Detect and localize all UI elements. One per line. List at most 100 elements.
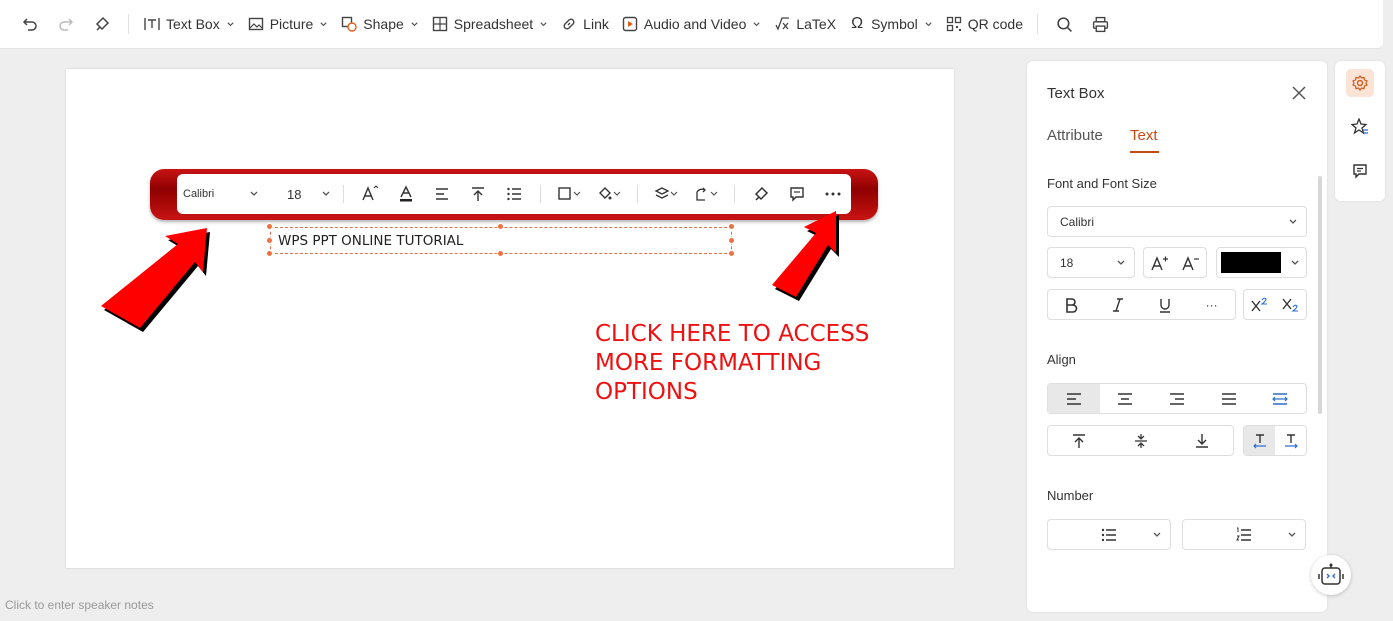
- align-left-button[interactable]: [1048, 384, 1100, 413]
- justify-button[interactable]: [1203, 384, 1255, 413]
- format-painter-button[interactable]: [84, 9, 120, 39]
- main-toolbar: Text Box Picture Shape Spreadsheet Link …: [0, 0, 1383, 49]
- audio-video-label: Audio and Video: [643, 16, 747, 32]
- toolbar-divider: [734, 185, 735, 203]
- increase-font-button[interactable]: [1144, 248, 1175, 277]
- chevron-down-icon: [1117, 260, 1125, 265]
- instruction-callout: CLICK HERE TO ACCESS MORE FORMATTING OPT…: [595, 320, 915, 407]
- text-rtl-button[interactable]: [1275, 426, 1306, 455]
- resize-handle[interactable]: [728, 237, 735, 244]
- picture-button[interactable]: Picture: [241, 9, 335, 39]
- align-center-icon: [1118, 392, 1133, 405]
- chevron-down-icon: [319, 16, 328, 32]
- align-left-button[interactable]: [424, 180, 460, 208]
- align-left-icon: [1066, 392, 1081, 405]
- close-icon: [1292, 86, 1306, 100]
- text-box-panel: Text Box Attribute Text Font and Font Si…: [1027, 61, 1327, 612]
- text-direction-rtl-icon: [1284, 433, 1298, 448]
- subscript-icon: [1281, 298, 1298, 312]
- toolbar-divider: [637, 185, 638, 203]
- spreadsheet-button[interactable]: Spreadsheet: [425, 9, 554, 39]
- format-painter-button[interactable]: [743, 180, 779, 208]
- border-button[interactable]: [549, 180, 589, 208]
- font-size-adjust-button[interactable]: [352, 180, 388, 208]
- panel-size-select[interactable]: 18: [1047, 247, 1135, 278]
- more-options-button[interactable]: [815, 180, 851, 208]
- align-top-button[interactable]: [460, 180, 496, 208]
- panel-title: Text Box: [1047, 85, 1105, 102]
- print-button[interactable]: [1082, 9, 1118, 39]
- font-size-select[interactable]: 18: [287, 187, 335, 202]
- border-icon: [558, 187, 581, 200]
- symbol-button[interactable]: Ω Symbol: [842, 9, 939, 39]
- link-icon: [560, 15, 578, 33]
- underline-icon: [1159, 298, 1170, 313]
- ai-assistant-button[interactable]: [1311, 555, 1351, 595]
- redo-button[interactable]: [48, 9, 84, 39]
- distribute-button[interactable]: [1254, 384, 1306, 413]
- align-middle-icon: [1134, 433, 1147, 448]
- shape-button[interactable]: Shape: [334, 9, 424, 39]
- comments-button[interactable]: [1346, 157, 1374, 185]
- rotate-button[interactable]: [686, 180, 726, 208]
- more-styles-button[interactable]: ···: [1188, 290, 1235, 319]
- resize-handle[interactable]: [266, 250, 273, 257]
- undo-button[interactable]: [12, 9, 48, 39]
- callout-line: MORE FORMATTING: [595, 350, 822, 376]
- settings-button[interactable]: [1346, 69, 1374, 97]
- comment-button[interactable]: [779, 180, 815, 208]
- superscript-button[interactable]: [1244, 290, 1275, 319]
- animation-button[interactable]: [1346, 113, 1374, 141]
- chevron-down-icon: [1291, 260, 1299, 265]
- text-horizontal-button[interactable]: [1244, 426, 1275, 455]
- bullet-list-button[interactable]: [496, 180, 532, 208]
- layer-button[interactable]: [646, 180, 686, 208]
- fill-button[interactable]: [589, 180, 629, 208]
- chevron-down-icon: [752, 16, 761, 32]
- font-color-select[interactable]: [1216, 247, 1307, 278]
- search-button[interactable]: [1046, 9, 1082, 39]
- decrease-font-button[interactable]: [1175, 248, 1206, 277]
- close-button[interactable]: [1289, 83, 1309, 103]
- chevron-down-icon: [1289, 219, 1297, 224]
- chevron-down-icon: [1153, 532, 1161, 537]
- underline-button[interactable]: [1142, 290, 1189, 319]
- resize-handle[interactable]: [728, 223, 735, 230]
- toolbar-divider: [540, 185, 541, 203]
- link-button[interactable]: Link: [554, 9, 615, 39]
- font-select[interactable]: Calibri: [183, 188, 263, 200]
- latex-button[interactable]: LaTeX: [767, 9, 842, 39]
- bold-button[interactable]: [1048, 290, 1095, 319]
- align-right-button[interactable]: [1151, 384, 1203, 413]
- numbered-list-select[interactable]: [1182, 519, 1306, 550]
- star-icon: [1351, 118, 1368, 135]
- panel-scrollbar[interactable]: [1318, 176, 1322, 414]
- tab-text[interactable]: Text: [1130, 127, 1158, 144]
- resize-handle[interactable]: [266, 237, 273, 244]
- resize-handle[interactable]: [497, 223, 504, 230]
- text-box-button[interactable]: Text Box: [137, 9, 241, 39]
- font-color-button[interactable]: [388, 180, 424, 208]
- italic-button[interactable]: [1095, 290, 1142, 319]
- bullet-list-icon: [507, 187, 521, 201]
- align-center-button[interactable]: [1100, 384, 1152, 413]
- speaker-notes[interactable]: Click to enter speaker notes: [5, 598, 154, 612]
- bold-icon: [1066, 297, 1078, 313]
- font-size-step-group: [1143, 247, 1207, 278]
- resize-handle[interactable]: [497, 250, 504, 257]
- latex-label: LaTeX: [796, 16, 837, 32]
- align-top-button[interactable]: [1048, 426, 1110, 455]
- chevron-down-icon: [226, 16, 235, 32]
- format-painter-icon: [754, 186, 769, 201]
- panel-font-select[interactable]: Calibri: [1047, 206, 1307, 237]
- audio-video-button[interactable]: Audio and Video: [615, 9, 768, 39]
- bullet-list-select[interactable]: [1047, 519, 1171, 550]
- tab-attribute[interactable]: Attribute: [1047, 127, 1103, 144]
- resize-handle[interactable]: [266, 223, 273, 230]
- subscript-button[interactable]: [1275, 290, 1306, 319]
- qr-code-button[interactable]: QR code: [939, 9, 1029, 39]
- align-bottom-button[interactable]: [1171, 426, 1233, 455]
- align-middle-button[interactable]: [1110, 426, 1172, 455]
- distribute-icon: [1272, 392, 1289, 405]
- resize-handle[interactable]: [728, 250, 735, 257]
